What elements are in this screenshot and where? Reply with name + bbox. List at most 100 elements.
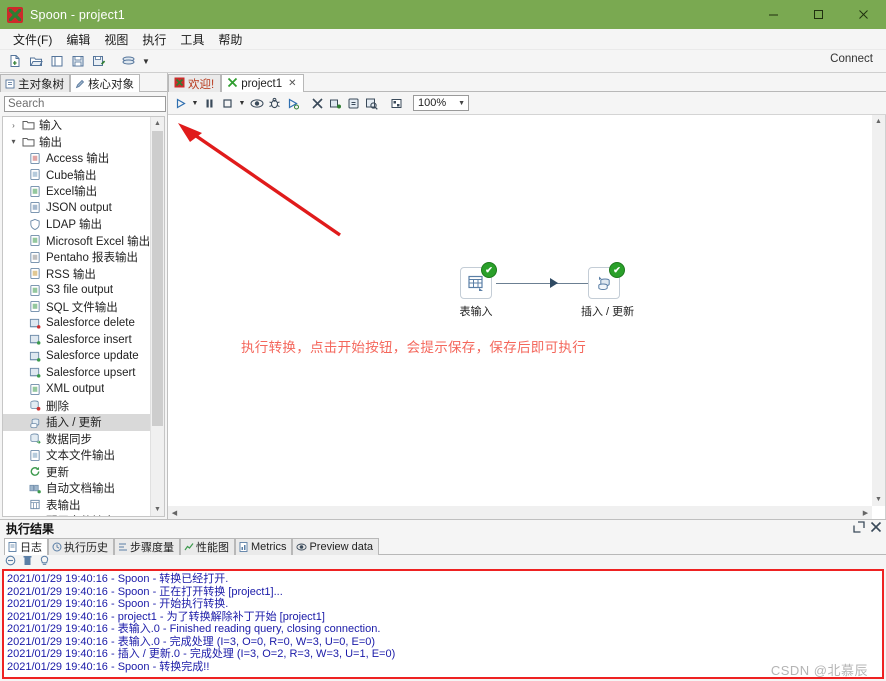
tree-scrollbar-thumb[interactable] [152,131,163,426]
tree-step-19[interactable]: 数据同步 [3,431,151,448]
scroll-right-icon[interactable]: ▶ [859,506,872,519]
tree-step-16[interactable]: XML output [3,381,151,398]
stop-options-chevron-down-icon[interactable]: ▼ [237,95,247,112]
run-options-chevron-down-icon[interactable]: ▼ [190,95,200,112]
tree-step-14[interactable]: Salesforce update [3,348,151,365]
transformation-canvas[interactable]: ✔ 表输入 ✔ 插入 / 更新 执行转换，点击开始按钮，会提示保存，保存后即可执… [168,115,886,519]
tree-step-12[interactable]: Salesforce delete [3,315,151,332]
stop-icon[interactable] [219,95,236,112]
window-titlebar: Spoon - project1 [0,0,886,29]
scroll-left-icon[interactable]: ◀ [168,506,181,519]
tree-folder-1[interactable]: ▾ 输出 [3,134,151,151]
tree-step-13[interactable]: Salesforce insert [3,332,151,349]
explorer-icon[interactable] [47,52,66,70]
maximize-icon[interactable] [796,0,841,29]
run-play-icon[interactable] [172,95,189,112]
search-input[interactable] [4,96,166,112]
minimize-icon[interactable] [751,0,796,29]
connect-button[interactable]: Connect [826,52,877,66]
tree-scrollbar[interactable]: ▲ ▼ [150,117,164,516]
exec-tab-4[interactable]: Metrics [235,538,293,555]
exec-tab-0[interactable]: 日志 [4,538,48,555]
preview-eye-icon[interactable] [248,95,265,112]
tree-step-11[interactable]: SQL 文件输出 [3,299,151,316]
tree-step-5[interactable]: JSON output [3,200,151,217]
scroll-up-icon[interactable]: ▲ [872,115,885,128]
scroll-down-icon[interactable]: ▼ [151,503,164,516]
exec-tab-1[interactable]: 执行历史 [48,538,114,555]
tree-folder-0[interactable]: › 输入 [3,117,151,134]
step-tableoutput-icon [27,498,43,511]
tree-step-4[interactable]: Excel输出 [3,183,151,200]
chevron-down-icon[interactable]: ▾ [7,137,20,146]
tree-step-23[interactable]: 表输出 [3,497,151,514]
tree-step-15[interactable]: Salesforce upsert [3,365,151,382]
menu-item-view[interactable]: 视图 [97,29,135,50]
zoom-level-select[interactable]: 100% ▼ [413,95,469,111]
menu-item-edit[interactable]: 编辑 [59,29,97,50]
tree-step-17[interactable]: 删除 [3,398,151,415]
clear-log-icon[interactable] [5,555,16,569]
repository-icon[interactable] [119,52,138,70]
tree-step-2[interactable]: Access 输出 [3,150,151,167]
canvas-vertical-scrollbar[interactable]: ▲ ▼ [872,115,885,506]
core-objects-tree[interactable]: › 输入 ▾ 输出 Access 输出 Cube输出 Excel输出 JSON output L… [2,116,165,517]
exec-tab-5[interactable]: Preview data [292,538,380,555]
tree-step-10[interactable]: S3 file output [3,282,151,299]
close-icon[interactable] [841,0,886,29]
save-as-icon[interactable] [89,52,108,70]
menu-item-tools[interactable]: 工具 [173,29,211,50]
tab-core-objects[interactable]: 核心对象 [70,74,140,92]
scroll-down-icon[interactable]: ▼ [872,493,885,506]
sql-icon[interactable] [345,95,362,112]
debug-bug-icon[interactable] [266,95,283,112]
exec-tab-2[interactable]: 步骤度量 [114,538,180,555]
menu-item-run[interactable]: 执行 [135,29,173,50]
preview-data-icon [296,542,308,552]
impact-icon[interactable] [327,95,344,112]
replay-icon[interactable] [284,95,301,112]
menu-item-file[interactable]: 文件(F) [6,29,59,50]
menu-item-help[interactable]: 帮助 [211,29,249,50]
arrange-grid-icon[interactable] [388,95,405,112]
search-metadata-icon[interactable] [363,95,380,112]
tree-step-6[interactable]: LDAP 输出 [3,216,151,233]
log-settings-icon[interactable] [39,555,50,569]
tree-step-22[interactable]: 自动文档输出 [3,480,151,497]
tree-node-label: XML output [46,383,105,396]
step-autodoc-icon [27,482,43,495]
hop-table-input-to-insert-update[interactable] [496,283,592,284]
canvas-node-insert-update[interactable]: ✔ 插入 / 更新 [581,262,634,319]
step-sql-icon [27,300,43,313]
chevron-right-icon[interactable]: › [7,121,20,130]
tab-project1[interactable]: project1 ✕ [221,74,304,92]
new-file-icon[interactable] [5,52,24,70]
tree-step-24[interactable]: 配置文件输出 [3,513,151,516]
insert-update-icon[interactable]: ✔ [588,262,625,299]
save-icon[interactable] [68,52,87,70]
tree-step-7[interactable]: Microsoft Excel 输出 [3,233,151,250]
canvas-node-table-input[interactable]: ✔ 表输入 [453,262,499,319]
tree-step-21[interactable]: 更新 [3,464,151,481]
log-line: 2021/01/29 19:40:16 - 插入 / 更新.0 - 完成处理 (… [7,648,396,660]
tree-step-18[interactable]: 插入 / 更新 [3,414,151,431]
exec-tab-3[interactable]: 性能图 [180,538,235,555]
close-icon[interactable]: ✕ [288,78,296,89]
delete-log-icon[interactable] [22,555,33,569]
tree-step-3[interactable]: Cube输出 [3,167,151,184]
window-controls [751,0,886,29]
tree-step-20[interactable]: 文本文件输出 [3,447,151,464]
pause-icon[interactable] [201,95,218,112]
tab-welcome[interactable]: 欢迎! [168,74,222,92]
chevron-down-icon[interactable]: ▼ [458,96,465,110]
tree-step-9[interactable]: RSS 输出 [3,266,151,283]
canvas-horizontal-scrollbar[interactable]: ◀ ▶ [168,506,872,519]
scroll-up-icon[interactable]: ▲ [151,117,164,130]
chevron-down-icon[interactable]: ▼ [140,52,152,70]
tab-main-object-tree[interactable]: 主对象树 [0,74,70,92]
verify-icon[interactable] [309,95,326,112]
table-input-icon[interactable]: ✔ [460,262,497,299]
log-output[interactable]: 2021/01/29 19:40:16 - Spoon - 转换已经打开. 202… [2,569,884,679]
open-folder-icon[interactable] [26,52,45,70]
tree-step-8[interactable]: Pentaho 报表输出 [3,249,151,266]
